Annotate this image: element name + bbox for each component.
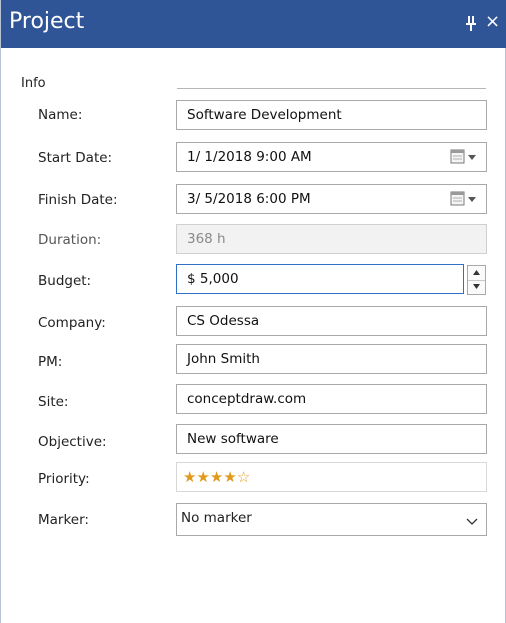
finish-date-field[interactable]: 3/ 5/2018 6:00 PM <box>176 184 487 214</box>
finish-date-value: 3/ 5/2018 6:00 PM <box>187 191 311 207</box>
objective-field[interactable]: New software <box>176 424 487 454</box>
pm-label: PM: <box>38 354 63 370</box>
close-icon[interactable]: × <box>485 13 501 31</box>
pm-field[interactable]: John Smith <box>176 344 487 374</box>
info-section-label: Info <box>21 76 46 91</box>
duration-label: Duration: <box>38 232 102 248</box>
name-field[interactable]: Software Development <box>176 100 487 130</box>
star-4[interactable]: ★ <box>223 468 236 486</box>
panel-title: Project <box>9 9 85 34</box>
company-field[interactable]: CS Odessa <box>176 306 487 336</box>
spin-up-icon[interactable] <box>468 266 485 281</box>
star-3[interactable]: ★ <box>210 468 223 486</box>
start-date-label: Start Date: <box>38 150 113 166</box>
budget-value: $ 5,000 <box>187 271 239 287</box>
start-date-field[interactable]: 1/ 1/2018 9:00 AM <box>176 142 487 172</box>
priority-stars: ★★★★☆ <box>183 468 250 486</box>
site-label: Site: <box>38 394 69 410</box>
star-1[interactable]: ★ <box>183 468 196 486</box>
site-field[interactable]: conceptdraw.com <box>176 384 487 414</box>
chevron-down-icon <box>466 516 478 526</box>
calendar-dropdown-icon[interactable] <box>450 149 480 165</box>
pm-value: John Smith <box>187 351 260 367</box>
star-5[interactable]: ☆ <box>237 468 250 486</box>
project-panel: Project × Info Name: Software Developmen… <box>0 0 506 623</box>
objective-label: Objective: <box>38 434 107 450</box>
calendar-dropdown-icon[interactable] <box>450 191 480 207</box>
objective-value: New software <box>187 431 279 447</box>
priority-rating: ★★★★☆ <box>176 462 487 492</box>
star-2[interactable]: ★ <box>196 468 209 486</box>
start-date-value: 1/ 1/2018 9:00 AM <box>187 149 312 165</box>
finish-date-label: Finish Date: <box>38 192 118 208</box>
name-label: Name: <box>38 107 83 123</box>
panel-titlebar: Project × <box>1 0 506 48</box>
company-label: Company: <box>38 315 106 331</box>
marker-label: Marker: <box>38 512 89 528</box>
site-value: conceptdraw.com <box>187 391 307 407</box>
marker-value: No marker <box>181 510 252 526</box>
name-value: Software Development <box>187 107 342 123</box>
company-value: CS Odessa <box>187 313 260 329</box>
spin-down-icon[interactable] <box>468 280 485 294</box>
section-divider <box>177 88 486 89</box>
priority-label: Priority: <box>38 471 90 487</box>
pin-icon[interactable] <box>463 14 479 32</box>
duration-value: 368 h <box>187 231 226 247</box>
duration-field: 368 h <box>176 224 487 254</box>
marker-dropdown[interactable]: No marker <box>176 503 487 536</box>
budget-field[interactable]: $ 5,000 <box>176 264 464 294</box>
budget-spinner <box>467 265 486 295</box>
budget-label: Budget: <box>38 273 92 289</box>
